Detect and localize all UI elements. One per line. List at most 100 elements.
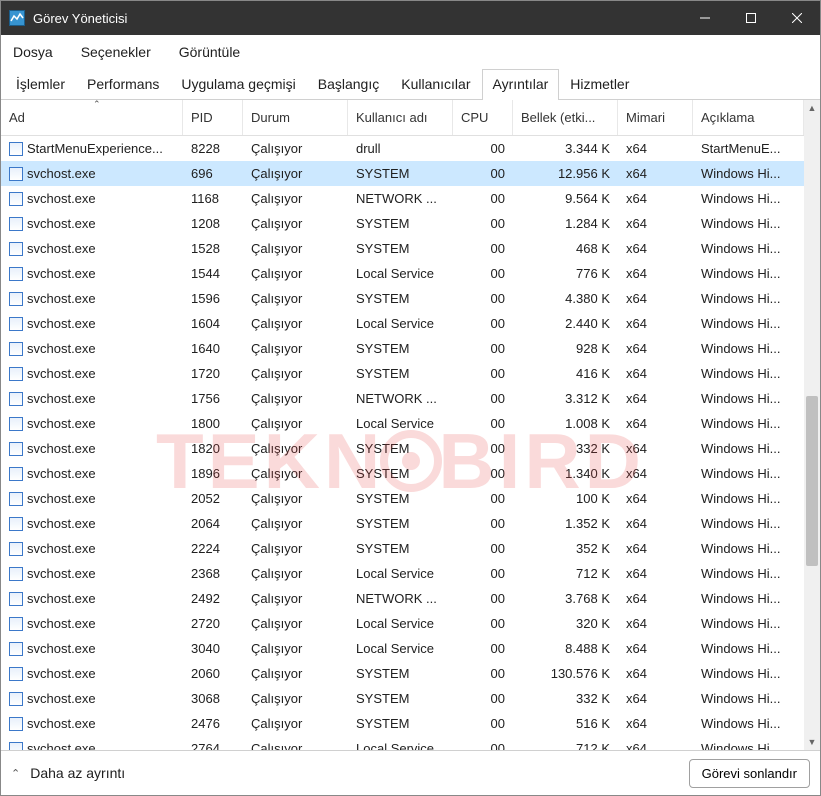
cell-user: SYSTEM: [348, 341, 453, 356]
table-row[interactable]: svchost.exe1596ÇalışıyorSYSTEM004.380 Kx…: [1, 286, 804, 311]
col-arch[interactable]: Mimari: [618, 100, 693, 135]
end-task-button[interactable]: Görevi sonlandır: [689, 759, 810, 788]
table-row[interactable]: svchost.exe3040ÇalışıyorLocal Service008…: [1, 636, 804, 661]
table-row[interactable]: svchost.exe2476ÇalışıyorSYSTEM00516 Kx64…: [1, 711, 804, 736]
tab-ayrıntılar[interactable]: Ayrıntılar: [482, 69, 560, 100]
table-row[interactable]: svchost.exe1720ÇalışıyorSYSTEM00416 Kx64…: [1, 361, 804, 386]
cell-desc: Windows Hi...: [693, 266, 804, 281]
cell-mem: 130.576 K: [513, 666, 618, 681]
table-row[interactable]: svchost.exe3068ÇalışıyorSYSTEM00332 Kx64…: [1, 686, 804, 711]
scroll-thumb[interactable]: [806, 396, 818, 566]
table-row[interactable]: svchost.exe1820ÇalışıyorSYSTEM00332 Kx64…: [1, 436, 804, 461]
table-row[interactable]: svchost.exe2764ÇalışıyorLocal Service007…: [1, 736, 804, 750]
cell-mem: 12.956 K: [513, 166, 618, 181]
table-row[interactable]: svchost.exe1756ÇalışıyorNETWORK ...003.3…: [1, 386, 804, 411]
scroll-up-icon[interactable]: ▲: [804, 100, 820, 116]
tab-hizmetler[interactable]: Hizmetler: [559, 69, 640, 100]
col-status[interactable]: Durum: [243, 100, 348, 135]
table-row[interactable]: svchost.exe2060ÇalışıyorSYSTEM00130.576 …: [1, 661, 804, 686]
cell-user: SYSTEM: [348, 166, 453, 181]
chevron-up-icon[interactable]: ⌃: [11, 767, 20, 780]
cell-mem: 468 K: [513, 241, 618, 256]
cell-mem: 100 K: [513, 491, 618, 506]
process-name: svchost.exe: [27, 316, 96, 331]
col-name[interactable]: Ad: [1, 100, 183, 135]
cell-desc: StartMenuE...: [693, 141, 804, 156]
maximize-button[interactable]: [728, 1, 774, 35]
cell-cpu: 00: [453, 166, 513, 181]
cell-status: Çalışıyor: [243, 566, 348, 581]
cell-arch: x64: [618, 516, 693, 531]
table-row[interactable]: svchost.exe2368ÇalışıyorLocal Service007…: [1, 561, 804, 586]
table-row[interactable]: svchost.exe2064ÇalışıyorSYSTEM001.352 Kx…: [1, 511, 804, 536]
cell-arch: x64: [618, 266, 693, 281]
cell-name: svchost.exe: [1, 616, 183, 631]
col-mem[interactable]: Bellek (etki...: [513, 100, 618, 135]
tab-i̇şlemler[interactable]: İşlemler: [5, 69, 76, 100]
col-pid[interactable]: PID: [183, 100, 243, 135]
cell-pid: 2492: [183, 591, 243, 606]
tab-performans[interactable]: Performans: [76, 69, 170, 100]
tab-uygulama-geçmişi[interactable]: Uygulama geçmişi: [170, 69, 306, 100]
cell-name: svchost.exe: [1, 566, 183, 581]
cell-arch: x64: [618, 366, 693, 381]
fewer-details-link[interactable]: Daha az ayrıntı: [30, 765, 678, 781]
cell-mem: 712 K: [513, 741, 618, 750]
table-row[interactable]: svchost.exe2720ÇalışıyorLocal Service003…: [1, 611, 804, 636]
col-user[interactable]: Kullanıcı adı: [348, 100, 453, 135]
menu-item-1[interactable]: Seçenekler: [73, 41, 159, 63]
process-icon: [9, 717, 23, 731]
cell-cpu: 00: [453, 541, 513, 556]
table-row[interactable]: svchost.exe2492ÇalışıyorNETWORK ...003.7…: [1, 586, 804, 611]
col-cpu[interactable]: CPU: [453, 100, 513, 135]
table-row[interactable]: svchost.exe1640ÇalışıyorSYSTEM00928 Kx64…: [1, 336, 804, 361]
menu-item-2[interactable]: Görüntüle: [171, 41, 248, 63]
cell-status: Çalışıyor: [243, 591, 348, 606]
process-icon: [9, 142, 23, 156]
table-row[interactable]: svchost.exe1168ÇalışıyorNETWORK ...009.5…: [1, 186, 804, 211]
cell-cpu: 00: [453, 691, 513, 706]
table-row[interactable]: svchost.exe1800ÇalışıyorLocal Service001…: [1, 411, 804, 436]
table-row[interactable]: svchost.exe1208ÇalışıyorSYSTEM001.284 Kx…: [1, 211, 804, 236]
minimize-button[interactable]: [682, 1, 728, 35]
cell-status: Çalışıyor: [243, 391, 348, 406]
cell-status: Çalışıyor: [243, 616, 348, 631]
table-row[interactable]: StartMenuExperience...8228Çalışıyordrull…: [1, 136, 804, 161]
table-row[interactable]: svchost.exe1896ÇalışıyorSYSTEM001.340 Kx…: [1, 461, 804, 486]
cell-arch: x64: [618, 191, 693, 206]
tab-başlangıç[interactable]: Başlangıç: [307, 69, 390, 100]
cell-arch: x64: [618, 741, 693, 750]
grid-body[interactable]: TEKNBIRD StartMenuExperience...8228Çalış…: [1, 136, 804, 750]
table-row[interactable]: svchost.exe2052ÇalışıyorSYSTEM00100 Kx64…: [1, 486, 804, 511]
cell-user: Local Service: [348, 266, 453, 281]
cell-mem: 3.768 K: [513, 591, 618, 606]
process-icon: [9, 292, 23, 306]
cell-pid: 696: [183, 166, 243, 181]
scroll-down-icon[interactable]: ▼: [804, 734, 820, 750]
tab-kullanıcılar[interactable]: Kullanıcılar: [390, 69, 481, 100]
vertical-scrollbar[interactable]: ▲ ▼: [804, 100, 820, 750]
table-row[interactable]: svchost.exe1604ÇalışıyorLocal Service002…: [1, 311, 804, 336]
cell-desc: Windows Hi...: [693, 466, 804, 481]
cell-mem: 2.440 K: [513, 316, 618, 331]
process-name: svchost.exe: [27, 666, 96, 681]
col-desc[interactable]: Açıklama: [693, 100, 804, 135]
menu-item-0[interactable]: Dosya: [5, 41, 61, 63]
process-icon: [9, 667, 23, 681]
scroll-track[interactable]: [804, 116, 820, 734]
column-headers: ⌃ Ad PID Durum Kullanıcı adı CPU Bellek …: [1, 100, 804, 136]
cell-mem: 4.380 K: [513, 291, 618, 306]
table-row[interactable]: svchost.exe2224ÇalışıyorSYSTEM00352 Kx64…: [1, 536, 804, 561]
table-row[interactable]: svchost.exe1528ÇalışıyorSYSTEM00468 Kx64…: [1, 236, 804, 261]
table-row[interactable]: svchost.exe696ÇalışıyorSYSTEM0012.956 Kx…: [1, 161, 804, 186]
table-row[interactable]: svchost.exe1544ÇalışıyorLocal Service007…: [1, 261, 804, 286]
cell-status: Çalışıyor: [243, 741, 348, 750]
cell-status: Çalışıyor: [243, 516, 348, 531]
cell-pid: 1640: [183, 341, 243, 356]
cell-arch: x64: [618, 391, 693, 406]
process-name: svchost.exe: [27, 366, 96, 381]
close-button[interactable]: [774, 1, 820, 35]
process-name: svchost.exe: [27, 216, 96, 231]
cell-status: Çalışıyor: [243, 166, 348, 181]
process-icon: [9, 642, 23, 656]
